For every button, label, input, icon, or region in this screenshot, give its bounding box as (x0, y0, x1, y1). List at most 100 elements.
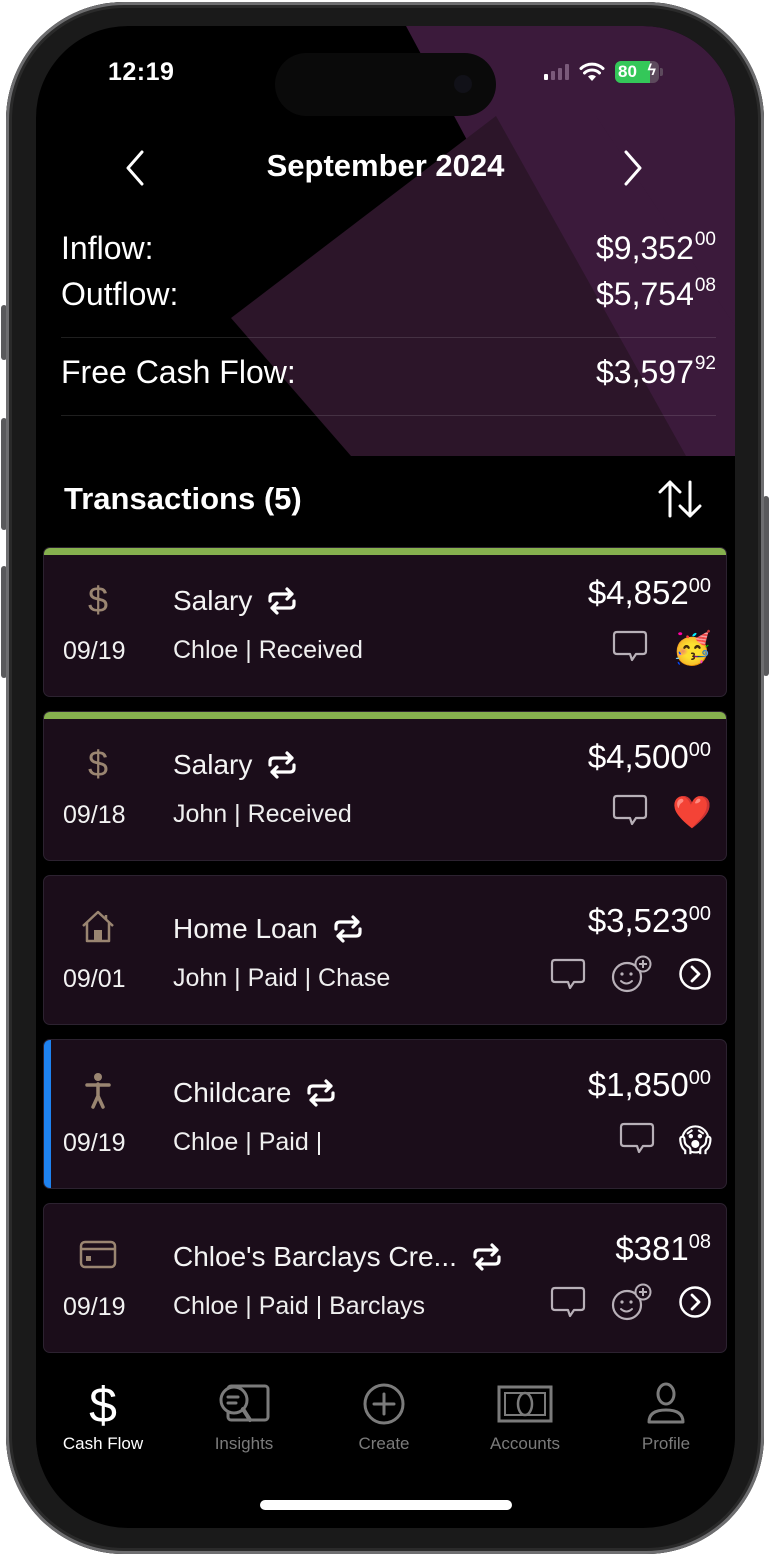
tab-insights[interactable]: Insights (184, 1376, 304, 1454)
status-icons: 80 ϟ (544, 61, 663, 83)
transaction-card[interactable]: 09/19 Childcare Chloe | Paid | $1,85000 … (43, 1039, 727, 1189)
free-cash-flow-label: Free Cash Flow: (61, 354, 296, 390)
transaction-name: Salary (173, 585, 298, 617)
tab-cash-flow[interactable]: $ Cash Flow (43, 1376, 163, 1454)
reaction-emoji[interactable]: 🥳 (672, 628, 712, 668)
transaction-name-text: Chloe's Barclays Cre... (173, 1241, 457, 1272)
recurring-icon (473, 1243, 501, 1271)
chevron-circle-right-icon (679, 957, 711, 990)
recurring-icon (307, 1079, 335, 1107)
comment-icon (550, 958, 586, 989)
dollar-icon: $ (89, 1378, 117, 1430)
sort-arrows-icon (658, 480, 702, 518)
transaction-card[interactable]: $ 09/19 Salary Chloe | Received $4,85200… (43, 547, 727, 697)
house-icon (78, 906, 118, 946)
comment-icon (613, 630, 648, 661)
transaction-name: Home Loan (173, 913, 364, 945)
transaction-actions (550, 1283, 712, 1326)
comment-button[interactable] (550, 1285, 586, 1324)
add-reaction-icon (611, 1283, 652, 1320)
inflow-value: $9,35200 (595, 229, 716, 266)
transaction-actions: ❤️ (612, 792, 712, 832)
transaction-name: Childcare (173, 1077, 337, 1109)
svg-text:$: $ (88, 579, 108, 618)
next-month-button[interactable] (618, 150, 648, 186)
recurring-icon (268, 751, 296, 779)
inflow-label: Inflow: (61, 230, 154, 266)
open-transaction-button[interactable] (678, 1285, 712, 1324)
transaction-actions: 😱 (619, 1120, 712, 1160)
transaction-name-text: Salary (173, 585, 253, 616)
comment-button[interactable] (612, 629, 648, 668)
battery-icon: 80 ϟ (615, 61, 663, 83)
status-time: 12:19 (108, 58, 175, 86)
transaction-meta: Chloe | Received (173, 636, 363, 664)
dollar-icon: $ (78, 578, 118, 618)
transaction-date: 09/19 (63, 1293, 126, 1321)
outflow-row: Outflow: $5,75408 (61, 272, 716, 318)
transaction-meta: John | Received (173, 800, 352, 828)
dollar-icon: $ (78, 742, 118, 782)
tab-accounts[interactable]: Accounts (465, 1376, 585, 1454)
add-reaction-button[interactable] (610, 1283, 654, 1326)
comment-button[interactable] (619, 1121, 655, 1160)
comment-icon (619, 1122, 654, 1153)
comment-icon (550, 1286, 586, 1317)
transaction-amount: $38108 (615, 1230, 711, 1267)
home-indicator[interactable] (260, 1500, 512, 1510)
divider (61, 415, 716, 416)
comment-button[interactable] (550, 957, 586, 996)
transaction-card[interactable]: $ 09/18 Salary John | Received $4,50000 … (43, 711, 727, 861)
transaction-amount: $4,85200 (587, 574, 711, 611)
reaction-emoji[interactable]: 😱 (679, 1120, 712, 1160)
tab-label: Profile (641, 1434, 691, 1453)
person-outline-icon (647, 1382, 685, 1424)
add-reaction-button[interactable] (610, 955, 654, 998)
outflow-value: $5,75408 (595, 275, 716, 312)
inflow-row: Inflow: $9,35200 (61, 226, 716, 272)
transactions-title: Transactions (5) (64, 481, 302, 516)
transaction-date: 09/19 (63, 637, 126, 665)
plus-circle-icon (363, 1383, 405, 1425)
sort-button[interactable] (656, 478, 704, 520)
transaction-date: 09/19 (63, 1129, 126, 1157)
person-icon (78, 1070, 118, 1110)
free-cash-flow-row: Free Cash Flow: $3,59792 (61, 350, 716, 396)
comment-icon (613, 794, 648, 825)
free-cash-flow-value: $3,59792 (595, 353, 716, 390)
tab-bar: $ Cash Flow Insights Create Accounts Pro… (36, 1366, 735, 1466)
transaction-meta: Chloe | Paid | (173, 1128, 323, 1156)
dynamic-island (275, 53, 496, 116)
transaction-amount: $4,50000 (587, 738, 711, 775)
transaction-name-text: Salary (173, 749, 253, 780)
banknote-icon (497, 1385, 553, 1423)
signal-icon (544, 64, 569, 80)
tab-label: Create (358, 1434, 410, 1453)
tab-create[interactable]: Create (324, 1376, 444, 1454)
transaction-name-text: Home Loan (173, 913, 318, 944)
cash-flow-summary: Inflow: $9,35200 Outflow: $5,75408 Free … (61, 226, 716, 416)
tab-profile[interactable]: Profile (606, 1376, 726, 1454)
transaction-date: 09/01 (63, 965, 126, 993)
credit-card-icon (78, 1234, 118, 1274)
reaction-emoji[interactable]: ❤️ (672, 792, 712, 832)
income-accent-bar (44, 548, 726, 555)
transaction-actions: 🥳 (612, 628, 712, 668)
recurring-icon (334, 915, 362, 943)
recurring-icon (268, 587, 296, 615)
battery-percent: 80 (618, 62, 637, 81)
wifi-icon (579, 62, 605, 81)
comment-button[interactable] (612, 793, 648, 832)
add-reaction-icon (611, 955, 652, 992)
transaction-card[interactable]: 09/01 Home Loan John | Paid | Chase $3,5… (43, 875, 727, 1025)
transaction-name: Salary (173, 749, 298, 781)
transaction-actions (550, 955, 712, 998)
highlight-accent-bar (44, 1040, 51, 1188)
charging-bolt-icon: ϟ (647, 62, 656, 79)
tab-label: Accounts (490, 1434, 560, 1453)
month-navigator: September 2024 (36, 144, 735, 190)
insights-icon (219, 1384, 270, 1422)
open-transaction-button[interactable] (678, 957, 712, 996)
transaction-date: 09/18 (63, 801, 126, 829)
transaction-card[interactable]: 09/19 Chloe's Barclays Cre... Chloe | Pa… (43, 1203, 727, 1353)
